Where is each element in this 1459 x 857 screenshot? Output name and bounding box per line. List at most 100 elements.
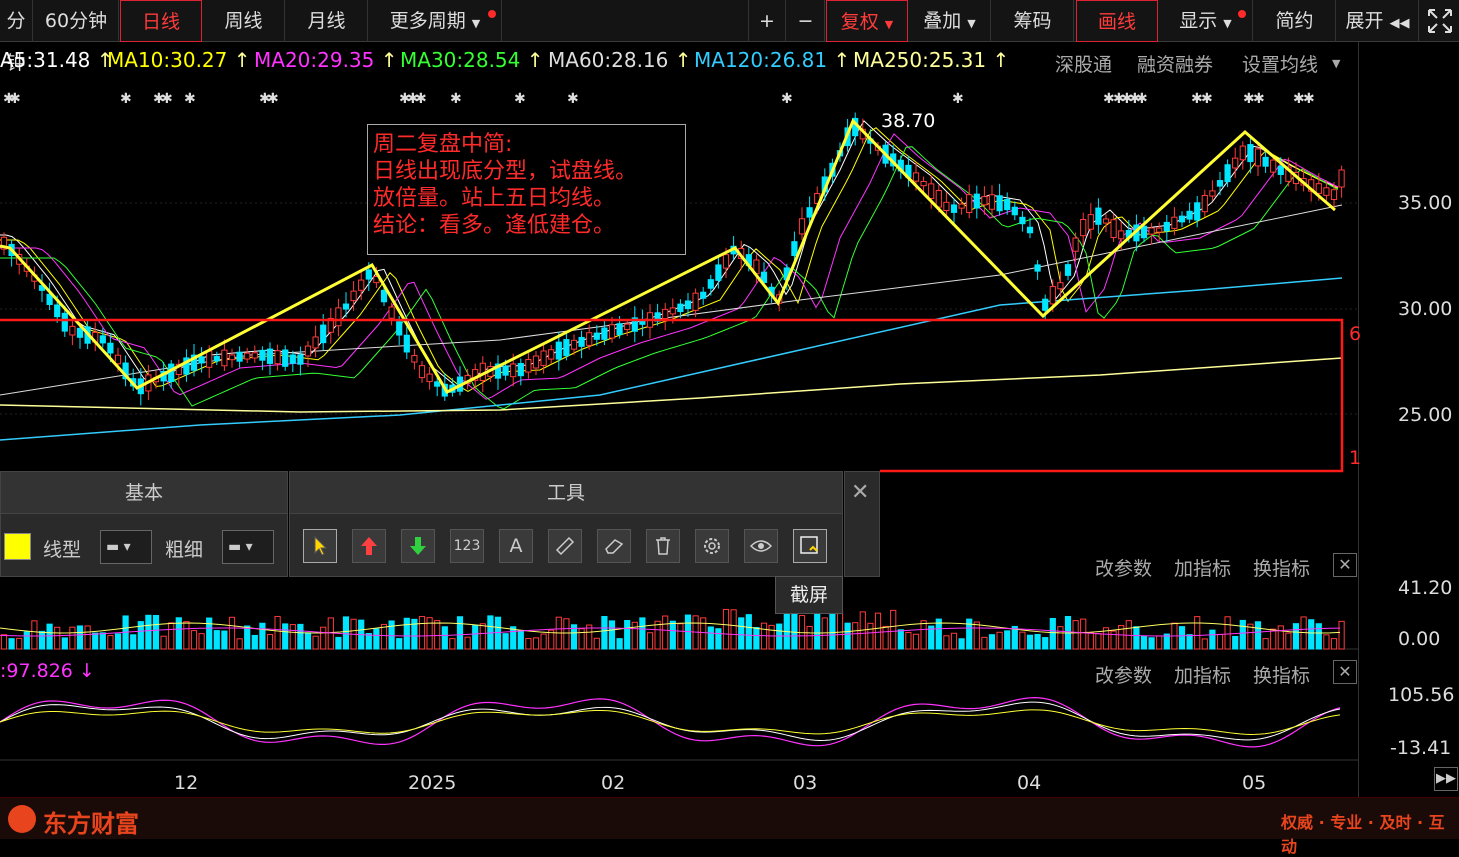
gear-icon[interactable]: [695, 529, 729, 563]
volume-tick: 41.20: [1398, 577, 1453, 599]
candle-body: [274, 350, 281, 365]
volume-bar: [61, 637, 68, 650]
candle-body: [593, 332, 600, 340]
panel-basic-title: 基本: [1, 472, 287, 514]
add-indicator-link[interactable]: 加指标: [1174, 554, 1231, 581]
volume-bar: [943, 635, 950, 650]
x-tick: 03: [793, 772, 818, 794]
candle-body: [388, 306, 395, 319]
candle-body: [1171, 216, 1178, 229]
candle-body: [1080, 218, 1087, 237]
event-marker: ✱: [120, 91, 132, 107]
volume-bar: [418, 616, 426, 650]
volume-bar: [297, 623, 304, 650]
candle-body: [1148, 227, 1155, 235]
volume-bar: [783, 612, 790, 650]
switch-indicator-link[interactable]: 换指标: [1253, 661, 1310, 688]
volume-bar: [1004, 630, 1011, 650]
event-marker: ✱: [415, 91, 427, 107]
volume-bar: [84, 625, 91, 650]
volume-bar: [1277, 625, 1284, 650]
annotation-line: 日线出现底分型，试盘线。: [373, 159, 638, 184]
candle-body: [396, 321, 403, 336]
screenshot-icon[interactable]: [793, 529, 827, 563]
volume-bar: [608, 620, 616, 650]
arrow-down-icon[interactable]: [401, 529, 435, 563]
close-icon[interactable]: ✕: [1333, 660, 1357, 684]
volume-bar: [289, 624, 296, 650]
price-tick: 30.00: [1398, 298, 1453, 320]
trash-icon[interactable]: [646, 529, 680, 563]
support-box: [0, 318, 1344, 473]
event-marker: ✱: [450, 91, 462, 107]
volume-bar: [890, 609, 897, 650]
candle-body: [1072, 237, 1079, 252]
candle-body: [1042, 298, 1049, 311]
candle-body: [935, 190, 942, 208]
text-icon[interactable]: A: [499, 529, 533, 563]
peak-price-label: 38.70: [881, 110, 936, 132]
color-swatch[interactable]: [4, 533, 31, 560]
candle-body: [1262, 156, 1269, 167]
eye-icon[interactable]: [744, 529, 778, 563]
volume-bar: [639, 617, 646, 650]
candle-body: [1201, 194, 1208, 213]
candle-body: [1323, 187, 1330, 196]
candle-body: [168, 363, 175, 382]
volume-bar: [1140, 635, 1148, 650]
axis-divider: [1358, 42, 1359, 797]
volume-bar: [16, 637, 23, 650]
annotation-line: 结论：看多。逢低建仓。: [373, 213, 616, 238]
volume-bar: [198, 633, 205, 650]
candle-body: [1338, 169, 1345, 188]
line-type-select[interactable]: ▬ ▾: [100, 530, 152, 564]
candle-body: [973, 193, 980, 209]
volume-bar: [730, 609, 737, 650]
close-icon[interactable]: ✕: [851, 480, 869, 505]
candlestick-chart[interactable]: ✱✱ ✱ ✱✱ ✱ ✱✱ ✱✱✱ ✱ ✱ ✱ ✱ ✱ ✱✱✱✱✱ ✱✱ ✱✱ ✱✱: [0, 0, 1459, 839]
volume-bar: [1262, 638, 1269, 650]
cursor-icon[interactable]: [303, 529, 337, 563]
volume-bar: [806, 625, 813, 650]
candle-body: [418, 365, 426, 379]
volume-bar: [1049, 617, 1056, 650]
change-params-link[interactable]: 改参数: [1095, 661, 1152, 688]
volume-bar: [738, 617, 745, 650]
candle-body: [365, 269, 372, 280]
number-icon[interactable]: 123: [450, 529, 484, 563]
ruler-icon[interactable]: [548, 529, 582, 563]
volume-bar: [99, 632, 106, 650]
candle-body: [662, 308, 669, 320]
candle-body: [1194, 202, 1201, 221]
switch-indicator-link[interactable]: 换指标: [1253, 554, 1310, 581]
candle-body: [99, 335, 106, 344]
change-params-link[interactable]: 改参数: [1095, 554, 1152, 581]
candle-body: [692, 292, 699, 311]
arrow-up-icon[interactable]: [352, 529, 386, 563]
add-indicator-link[interactable]: 加指标: [1174, 661, 1231, 688]
volume-bar: [1034, 633, 1041, 650]
volume-bar: [700, 617, 707, 650]
volume-bar: [669, 620, 676, 650]
brand-name: 东方财富: [43, 810, 139, 838]
candle-body: [684, 300, 692, 310]
event-marker: ✱: [514, 91, 526, 107]
eraser-icon[interactable]: [597, 529, 631, 563]
candle-body: [1095, 207, 1102, 225]
candle-body: [434, 381, 441, 387]
thickness-select[interactable]: ▬ ▾: [222, 530, 274, 564]
volume-bar: [996, 631, 1003, 650]
close-icon[interactable]: ✕: [1333, 553, 1357, 577]
volume-bar: [973, 621, 980, 650]
volume-bar: [1194, 616, 1201, 650]
candle-body: [1232, 157, 1239, 169]
volume-bar: [449, 638, 456, 650]
candle-body: [76, 327, 84, 338]
volume-bar: [525, 637, 532, 650]
price-tick: 35.00: [1398, 192, 1453, 214]
volume-bar: [304, 632, 312, 650]
volume-bar: [183, 621, 190, 650]
annotation-box[interactable]: 周二复盘中简: 日线出现底分型，试盘线。 放倍量。站上五日均线。 结论：看多。逢…: [367, 124, 686, 255]
volume-bar: [776, 623, 783, 650]
double-arrow-right-icon[interactable]: ▶▶: [1434, 767, 1458, 791]
